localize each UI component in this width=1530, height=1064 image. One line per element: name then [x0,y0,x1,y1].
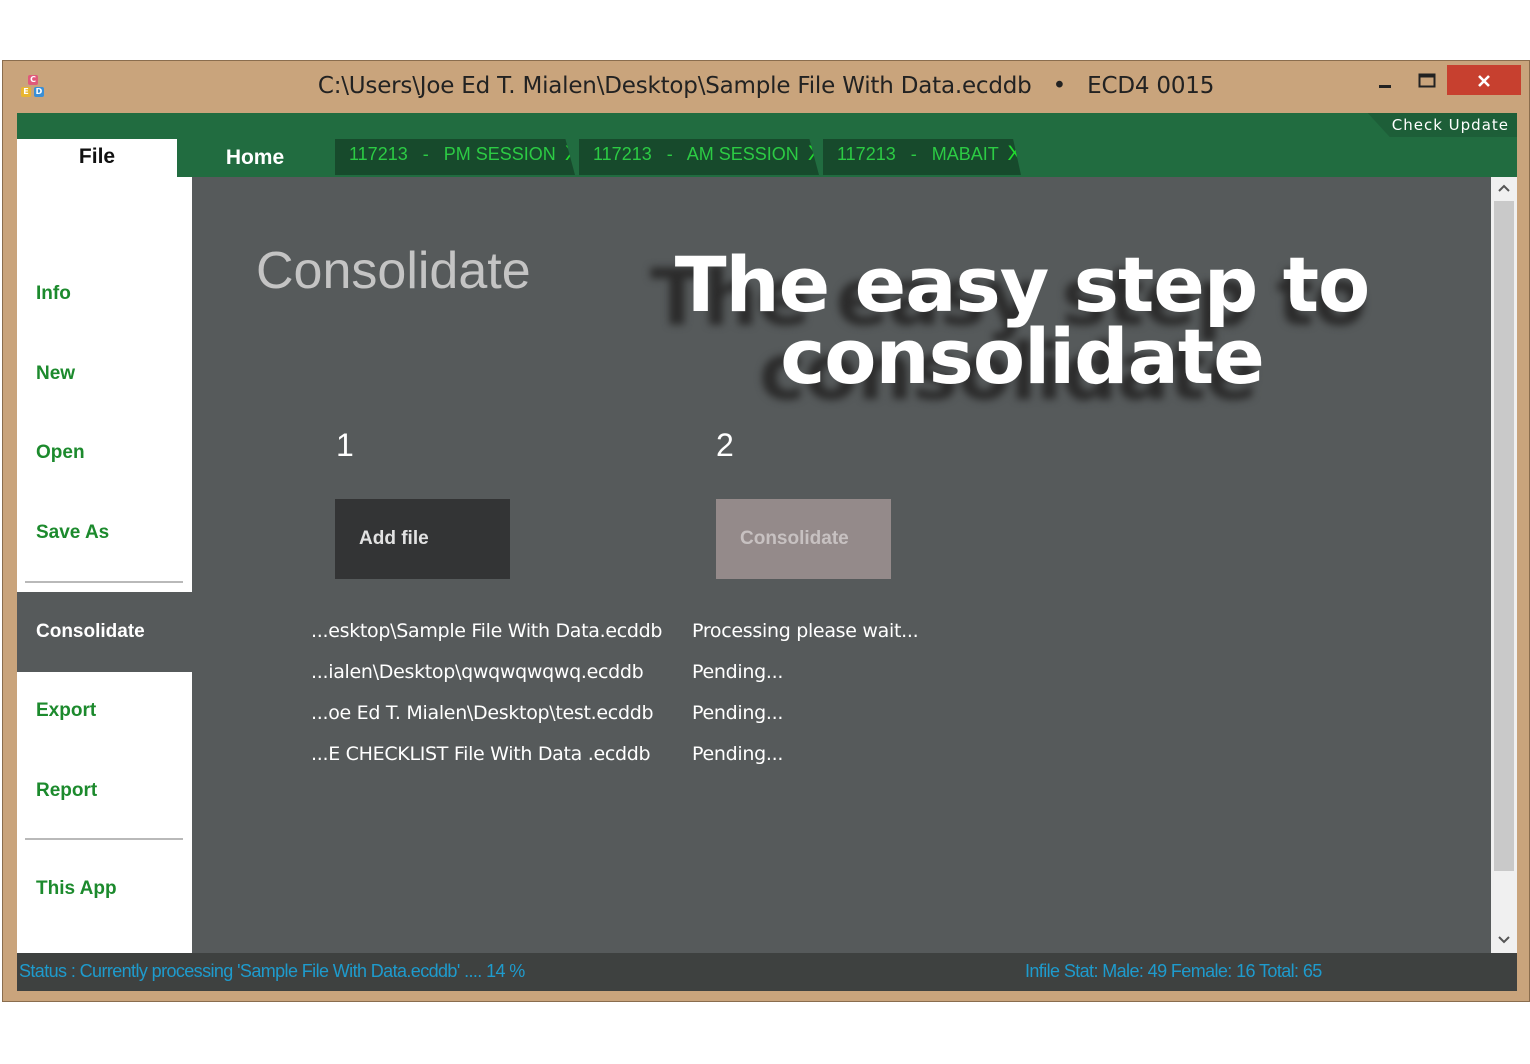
tab-close-icon[interactable]: X [1007,142,1021,165]
status-text: Status : Currently processing 'Sample Fi… [19,961,525,981]
hero-line-2: consolidate [780,312,1264,401]
file-menu-sidebar: Info New Open Save As Consolidate Export… [17,177,192,953]
sidebar-item-export[interactable]: Export [17,694,192,728]
close-icon [1478,74,1490,87]
title-bar[interactable]: C E D C:\Users\Joe Ed T. Mialen\Desktop\… [3,61,1529,113]
title-separator: • [1052,73,1067,99]
session-dash: - [422,144,429,164]
session-name: PM SESSION [443,144,556,164]
tab-file[interactable]: File [17,139,177,177]
file-list: ...esktop\Sample File With Data.ecddb ..… [311,617,662,781]
file-status: Pending... [692,702,784,724]
file-status: Pending... [692,661,784,683]
sidebar-item-new[interactable]: New [17,357,192,391]
file-status: Pending... [692,743,784,765]
status-bar: Status : Currently processing 'Sample Fi… [17,953,1517,991]
chevron-up-icon [1498,184,1510,192]
app-window: C E D C:\Users\Joe Ed T. Mialen\Desktop\… [2,60,1530,1002]
file-item: ...E CHECKLIST File With Data .ecddb [311,743,651,765]
session-dash: - [910,144,917,164]
tab-session-pm[interactable]: 117213 - PM SESSION X [335,139,575,175]
file-item: ...oe Ed T. Mialen\Desktop\test.ecddb [311,702,654,724]
window-file-path: C:\Users\Joe Ed T. Mialen\Desktop\Sample… [317,73,1032,99]
maximize-button[interactable] [1407,65,1447,95]
scroll-thumb[interactable] [1494,201,1514,871]
session-code: 117213 [349,144,408,164]
check-update-button[interactable]: Check Update [1367,113,1517,137]
file-item: ...esktop\Sample File With Data.ecddb [311,620,663,642]
step-1-number: 1 [336,427,354,463]
hero-text: The easy step to consolidate [652,240,1392,401]
session-code: 117213 [593,144,652,164]
sidebar-item-open[interactable]: Open [17,436,192,470]
maximize-icon [1418,73,1436,88]
sidebar-item-info[interactable]: Info [17,277,192,311]
infile-stat: Infile Stat: Male: 49 Female: 16 Total: … [1025,961,1322,981]
tab-close-icon[interactable]: X [565,142,575,165]
sidebar-item-save-as[interactable]: Save As [17,516,192,550]
page-title: Consolidate [256,242,531,300]
vertical-scrollbar[interactable] [1491,177,1517,953]
status-list: Processing please wait... Pending... Pen… [692,617,919,781]
file-status: Processing please wait... [692,620,919,642]
session-code: 117213 [837,144,896,164]
consolidate-panel: Consolidate The easy step to consolidate… [192,177,1491,953]
app-version: ECD4 0015 [1087,73,1215,99]
tab-session-mabait[interactable]: 117213 - MABAIT X [823,139,1021,175]
add-file-button[interactable]: Add file [335,499,510,579]
scroll-up-button[interactable] [1491,177,1517,201]
minimize-icon [1379,85,1391,89]
tab-session-am[interactable]: 117213 - AM SESSION X [579,139,819,175]
window-title: C:\Users\Joe Ed T. Mialen\Desktop\Sample… [3,73,1529,99]
minimize-button[interactable] [1365,65,1405,95]
sidebar-item-this-app[interactable]: This App [17,872,192,906]
sidebar-item-report[interactable]: Report [17,774,192,808]
hero-line-1: The easy step to [674,240,1371,329]
close-button[interactable] [1447,65,1521,95]
step-2-number: 2 [716,427,734,463]
session-name: MABAIT [931,144,999,164]
session-dash: - [666,144,673,164]
sidebar-divider [25,581,183,583]
file-item: ...ialen\Desktop\qwqwqwqwq.ecddb [311,661,644,683]
sidebar-divider [25,838,183,840]
ribbon-bar: Check Update File Home 117213 - PM SESSI… [17,113,1517,177]
consolidate-button[interactable]: Consolidate [716,499,891,579]
chevron-down-icon [1498,936,1510,944]
sidebar-item-consolidate[interactable]: Consolidate [17,592,192,672]
tab-home[interactable]: Home [205,139,305,177]
tab-close-icon[interactable]: X [808,142,819,165]
session-name: AM SESSION [686,144,799,164]
scroll-down-button[interactable] [1491,929,1517,953]
